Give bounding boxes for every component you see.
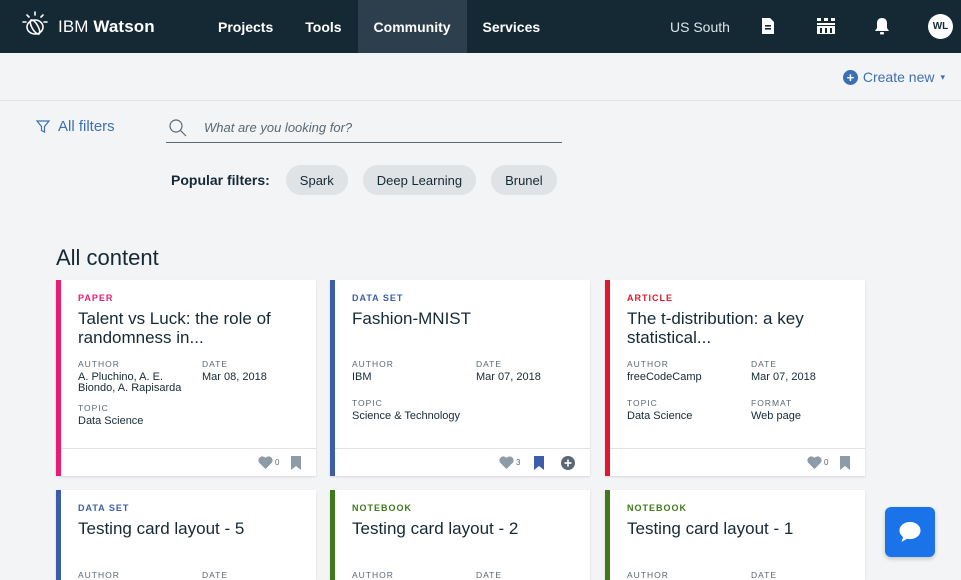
- author-label: AUTHOR: [78, 570, 120, 580]
- card-type: DATA SET: [352, 293, 404, 303]
- bookmark-button[interactable]: [291, 456, 301, 470]
- card-title: Testing card layout - 2: [352, 519, 519, 538]
- top-navigation-bar: IBM Watson Projects Tools Community Serv…: [0, 0, 961, 53]
- heart-icon: [499, 456, 514, 469]
- content-card[interactable]: NOTEBOOK Testing card layout - 2 AUTHOR …: [330, 490, 590, 580]
- like-count: 3: [516, 458, 521, 467]
- content-card[interactable]: PAPER Talent vs Luck: the role of random…: [56, 280, 316, 476]
- date-value: Mar 07, 2018: [476, 371, 541, 383]
- search-input[interactable]: [204, 120, 534, 135]
- filter-pill-deep-learning[interactable]: Deep Learning: [362, 165, 477, 195]
- nav-tools[interactable]: Tools: [289, 0, 357, 53]
- popular-filters: Popular filters: Spark Deep Learning Bru…: [171, 165, 572, 195]
- author-label: AUTHOR: [78, 359, 120, 369]
- topic-label: TOPIC: [78, 403, 109, 413]
- like-button[interactable]: 0: [258, 456, 279, 469]
- card-footer: 0: [61, 448, 316, 476]
- card-title: Testing card layout - 1: [627, 519, 794, 538]
- bell-icon[interactable]: [870, 14, 894, 38]
- author-label: AUTHOR: [352, 359, 394, 369]
- section-title: All content: [56, 245, 159, 270]
- filter-pill-spark[interactable]: Spark: [285, 165, 348, 195]
- topic-label: TOPIC: [627, 398, 658, 408]
- add-to-project-button[interactable]: [561, 456, 575, 470]
- topic-value: Data Science: [627, 410, 693, 422]
- date-label: DATE: [476, 359, 503, 369]
- watson-logo-icon: [22, 11, 48, 42]
- date-label: DATE: [202, 570, 229, 580]
- nav-services[interactable]: Services: [467, 0, 557, 53]
- author-label: AUTHOR: [627, 359, 669, 369]
- bookmark-icon: [291, 456, 301, 470]
- date-value: Mar 08, 2018: [202, 371, 267, 383]
- author-value: IBM: [352, 371, 372, 383]
- date-label: DATE: [476, 570, 503, 580]
- popular-filters-label: Popular filters:: [171, 172, 270, 188]
- card-title: The t-distribution: a key statistical...: [627, 309, 804, 347]
- bookmark-button[interactable]: [534, 456, 544, 470]
- card-type: ARTICLE: [627, 293, 673, 303]
- bookmark-icon: [840, 456, 850, 470]
- card-type: NOTEBOOK: [627, 503, 688, 513]
- all-filters-label: All filters: [58, 118, 115, 135]
- topic-value: Science & Technology: [352, 410, 461, 422]
- nav-community[interactable]: Community: [357, 0, 467, 53]
- avatar[interactable]: WL: [928, 14, 953, 39]
- heart-icon: [258, 456, 273, 469]
- date-label: DATE: [202, 359, 229, 369]
- nav-projects[interactable]: Projects: [202, 0, 289, 53]
- date-label: DATE: [751, 570, 778, 580]
- card-title: Fashion-MNIST: [352, 309, 472, 328]
- topic-value: Data Science: [78, 415, 144, 427]
- region-selector[interactable]: US South: [670, 0, 730, 53]
- search-bar: [166, 113, 562, 143]
- format-label: FORMAT: [751, 398, 793, 408]
- add-icon: [561, 456, 575, 470]
- chat-icon: [899, 522, 921, 542]
- search-icon: [169, 118, 187, 136]
- author-value: A. Pluchino, A. E. Biondo, A. Rapisarda: [78, 371, 182, 394]
- content-card[interactable]: NOTEBOOK Testing card layout - 1 AUTHOR …: [605, 490, 865, 580]
- date-value: Mar 07, 2018: [751, 371, 816, 383]
- filter-icon: [36, 119, 50, 133]
- author-label: AUTHOR: [352, 570, 394, 580]
- card-title: Talent vs Luck: the role of randomness i…: [78, 309, 271, 347]
- card-type: DATA SET: [78, 503, 130, 513]
- chevron-down-icon: ▾: [940, 71, 945, 82]
- all-filters-button[interactable]: All filters: [36, 118, 115, 135]
- card-footer: 3: [335, 448, 590, 476]
- content-card[interactable]: DATA SET Fashion-MNIST AUTHOR IBM DATE M…: [330, 280, 590, 476]
- chat-button[interactable]: [885, 507, 935, 557]
- content-card[interactable]: DATA SET Testing card layout - 5 AUTHOR …: [56, 490, 316, 580]
- card-title: Testing card layout - 5: [78, 519, 245, 538]
- filter-pill-brunel[interactable]: Brunel: [491, 165, 557, 195]
- main-nav: Projects Tools Community Services: [202, 0, 556, 53]
- author-value: freeCodeCamp: [627, 371, 702, 383]
- card-footer: 0: [610, 448, 865, 476]
- heart-icon: [807, 456, 822, 469]
- card-type: PAPER: [78, 293, 114, 303]
- create-new-label: Create new: [862, 69, 935, 85]
- card-type: NOTEBOOK: [352, 503, 413, 513]
- like-count: 0: [275, 458, 280, 467]
- document-icon[interactable]: [756, 14, 780, 38]
- like-count: 0: [824, 458, 829, 467]
- action-bar: + Create new ▾: [0, 53, 961, 101]
- like-button[interactable]: 0: [807, 456, 828, 469]
- catalog-icon[interactable]: [814, 14, 838, 38]
- like-button[interactable]: 3: [499, 456, 520, 469]
- brand-name: IBM Watson: [58, 16, 155, 36]
- format-value: Web page: [751, 410, 801, 422]
- bookmark-button[interactable]: [840, 456, 850, 470]
- brand[interactable]: IBM Watson: [22, 11, 202, 42]
- bookmark-icon: [534, 456, 544, 470]
- topic-label: TOPIC: [352, 398, 383, 408]
- content-card[interactable]: ARTICLE The t-distribution: a key statis…: [605, 280, 865, 476]
- author-label: AUTHOR: [627, 570, 669, 580]
- add-icon: +: [842, 69, 858, 85]
- date-label: DATE: [751, 359, 778, 369]
- create-new-button[interactable]: + Create new ▾: [842, 69, 945, 85]
